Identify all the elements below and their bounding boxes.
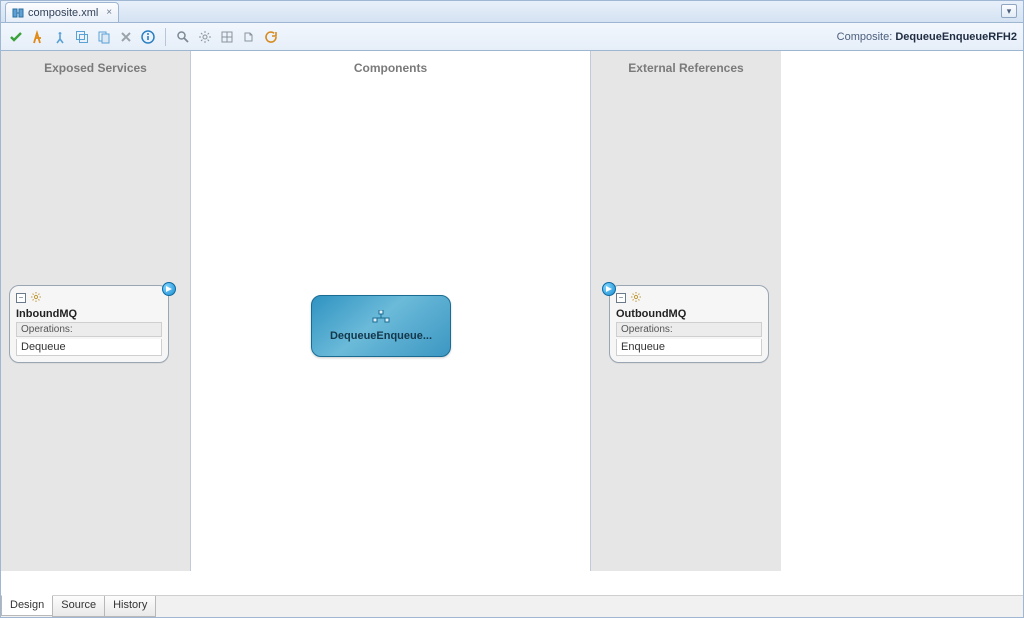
lane-exposed-services: Exposed Services −	[1, 51, 191, 571]
component-label: DequeueEnqueue...	[330, 330, 432, 342]
lane-body-components[interactable]: DequeueEnqueue...	[191, 85, 590, 571]
input-port-icon[interactable]	[602, 282, 616, 296]
lane-components: Components DequeueEnqueue...	[191, 51, 591, 571]
validate-button[interactable]	[7, 28, 25, 46]
output-port-icon[interactable]	[162, 282, 176, 296]
tabbar-menu-button[interactable]: ▾	[1001, 4, 1017, 18]
close-tab-icon[interactable]: ×	[102, 7, 112, 18]
toolbar: Composite: DequeueEnqueueRFH2	[1, 23, 1023, 51]
layout-button[interactable]	[218, 28, 236, 46]
editor-view-tabs: Design Source History	[1, 595, 1023, 617]
editor-frame: composite.xml × ▾	[0, 0, 1024, 618]
operations-label: Operations:	[616, 322, 762, 337]
gear-icon	[30, 291, 42, 306]
composite-label: Composite:	[837, 31, 893, 43]
deploy-button[interactable]	[29, 28, 47, 46]
delete-button[interactable]	[117, 28, 135, 46]
service-inboundmq[interactable]: − InboundMQ Operations: Dequeue	[9, 285, 169, 363]
composite-name-readout: Composite: DequeueEnqueueRFH2	[837, 31, 1017, 43]
composite-canvas[interactable]: Exposed Services −	[1, 51, 781, 571]
refresh-button[interactable]	[262, 28, 280, 46]
toolbar-separator	[165, 28, 166, 46]
operation-item[interactable]: Dequeue	[16, 339, 162, 356]
lane-body-references[interactable]: − OutboundMQ Operations: Enqueue	[591, 85, 781, 571]
lane-header-exposed: Exposed Services	[1, 51, 190, 85]
composite-name: DequeueEnqueueRFH2	[895, 31, 1017, 43]
reference-outboundmq[interactable]: − OutboundMQ Operations: Enqueue	[609, 285, 769, 363]
copy-button[interactable]	[95, 28, 113, 46]
info-button[interactable]	[139, 28, 157, 46]
composite-file-icon	[12, 7, 24, 19]
service-title: InboundMQ	[16, 308, 162, 320]
collapse-toggle-icon[interactable]: −	[16, 293, 26, 303]
settings-button[interactable]	[196, 28, 214, 46]
lane-body-exposed[interactable]: − InboundMQ Operations: Dequeue	[1, 85, 190, 571]
lane-external-references: External References −	[591, 51, 781, 571]
reference-title: OutboundMQ	[616, 308, 762, 320]
find-button[interactable]	[174, 28, 192, 46]
lane-header-components: Components	[191, 51, 590, 85]
file-tab-composite[interactable]: composite.xml ×	[5, 2, 119, 22]
canvas-viewport: Exposed Services −	[1, 51, 1023, 595]
operation-item[interactable]: Enqueue	[616, 339, 762, 356]
bpel-process-icon	[371, 310, 391, 326]
tab-history[interactable]: History	[104, 596, 156, 617]
operations-label: Operations:	[16, 322, 162, 337]
tab-source[interactable]: Source	[52, 596, 105, 617]
tab-design[interactable]: Design	[1, 595, 53, 616]
export-button[interactable]	[240, 28, 258, 46]
add-component-button[interactable]	[73, 28, 91, 46]
lane-header-references: External References	[591, 51, 781, 85]
chevron-down-icon: ▾	[1007, 6, 1012, 17]
canvas-scroll[interactable]: Exposed Services −	[1, 51, 1023, 595]
file-tab-label: composite.xml	[28, 7, 98, 19]
collapse-toggle-icon[interactable]: −	[616, 293, 626, 303]
gear-icon	[630, 291, 642, 306]
test-button[interactable]	[51, 28, 69, 46]
component-dequeueenqueue[interactable]: DequeueEnqueue...	[311, 295, 451, 357]
file-tab-bar: composite.xml × ▾	[1, 1, 1023, 23]
